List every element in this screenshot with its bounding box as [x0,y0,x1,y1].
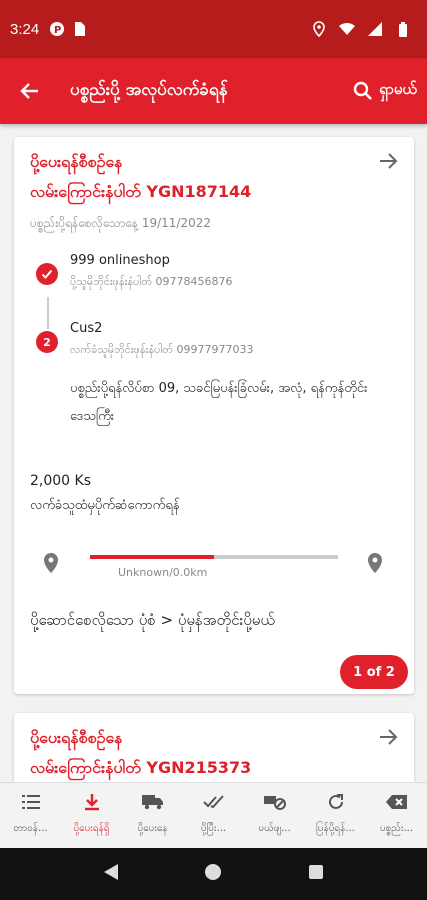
triangle-back-icon [103,864,118,880]
search-button[interactable]: ရှာမယ် [353,80,417,102]
system-back-button[interactable] [103,863,119,885]
status-time: 3:24 [10,20,40,38]
delivery-address: ပစ္စည်းပို့ရန်လိပ်စာ 09, သခင်မြပန်းခြံလမ… [70,381,368,424]
double-check-icon [202,791,225,813]
square-recents-icon [309,865,324,879]
receiver-name: Cus2 [70,321,103,336]
delivery-date: ပစ္စည်းပို့ရန်စေလိုသောနေ့ 19/11/2022 [30,216,211,230]
delivery-option: ပို့ဆောင်စေလိုသော ပုံစံ > ပုံမှန်အတိုင်း… [30,611,275,629]
tracking-number: လမ်းကြောင်းနံပါတ် YGN187144 [30,182,252,201]
amount: 2,000 Ks [30,473,92,489]
nav-label: ပစ္စည်း... [379,823,414,834]
nav-label: ပို့ပေးနေ [137,823,168,834]
delivery-progress [90,555,338,559]
page-badge[interactable]: 1 of 2 [340,655,408,689]
destination-pin-icon [366,552,384,574]
distance: Unknown/0.0km [118,566,208,579]
nav-label: ပို့ပေးရန်ရှိ [73,823,110,834]
card-status: ပို့ပေးရန်စီစဉ်နေ [30,728,123,747]
nav-label: ပယ်ဖျ... [258,823,291,834]
backspace-icon [385,791,408,813]
receiver-phone: လက်ခံသူမိုဘိုင်းဖုန်းနံပါတ် 09977977033 [70,343,254,356]
refresh-icon [325,791,347,813]
list-icon [20,791,42,813]
signal-icon [367,21,383,37]
nav-label: ပို့ပြီး... [200,823,227,834]
nav-delivered[interactable]: ပို့ပြီး... [183,783,244,848]
download-icon [81,791,103,813]
open-card-button[interactable] [378,151,398,175]
nav-tasks[interactable]: တာဝန်... [0,783,61,848]
nav-label: တာဝန်... [13,823,48,834]
step-number: 2 [36,331,58,353]
system-home-button[interactable] [204,863,222,885]
nav-returns[interactable]: ပြန်ပို့ရန်... [305,783,366,848]
circle-home-icon [205,864,222,880]
battery-icon [395,21,411,37]
location-icon [311,21,327,37]
truck-icon [141,791,164,813]
nav-delivering[interactable]: ပို့ပေးနေ [122,783,183,848]
page-title: ပစ္စည်းပို့ အလုပ်လက်ခံရန် [70,79,228,100]
app-bar: ပစ္စည်းပို့ အလုပ်လက်ခံရန် ရှာမယ် [0,58,427,124]
back-arrow-icon [20,83,38,99]
nav-items[interactable]: ပစ္စည်း... [366,783,427,848]
sender-phone: ပို့သူမိုဘိုင်းဖုန်းနံပါတ် 09778456876 [70,275,233,288]
timeline-connector [47,297,49,329]
nav-label: ပြန်ပို့ရန်... [316,823,355,834]
svg-text:P: P [54,25,61,36]
cancel-truck-icon [263,791,286,813]
arrow-right-icon [380,153,398,169]
app-notification-icon: P [49,21,65,37]
sim-card-icon [71,21,87,37]
wifi-icon [339,21,355,37]
check-icon [36,263,58,285]
nav-to-deliver[interactable]: ပို့ပေးရန်ရှိ [61,783,122,848]
search-label: ရှာမယ် [379,80,417,98]
origin-pin-icon [42,552,60,574]
tracking-number: လမ်းကြောင်းနံပါတ် YGN215373 [30,758,252,777]
search-icon [353,81,372,100]
back-button[interactable] [10,71,50,111]
progress-fill [90,555,214,559]
bottom-nav: တာဝန်... ပို့ပေးရန်ရှိ ပို့ပေးနေ ပို့ပြီ… [0,782,427,848]
arrow-right-icon [380,729,398,745]
delivery-card[interactable]: ပို့ပေးရန်စီစဉ်နေ လမ်းကြောင်းနံပါတ် YGN1… [14,137,414,694]
sender-name: 999 onlineshop [70,253,170,268]
system-recents-button[interactable] [308,864,324,884]
status-bar: 3:24 P [0,0,427,58]
payment-type: လက်ခံသူထံမှပိုက်ဆံကောက်ရန် [30,498,180,513]
card-status: ပို့ပေးရန်စီစဉ်နေ [30,152,123,171]
nav-cancelled[interactable]: ပယ်ဖျ... [244,783,305,848]
system-nav-bar [0,848,427,900]
open-card-button[interactable] [378,727,398,751]
